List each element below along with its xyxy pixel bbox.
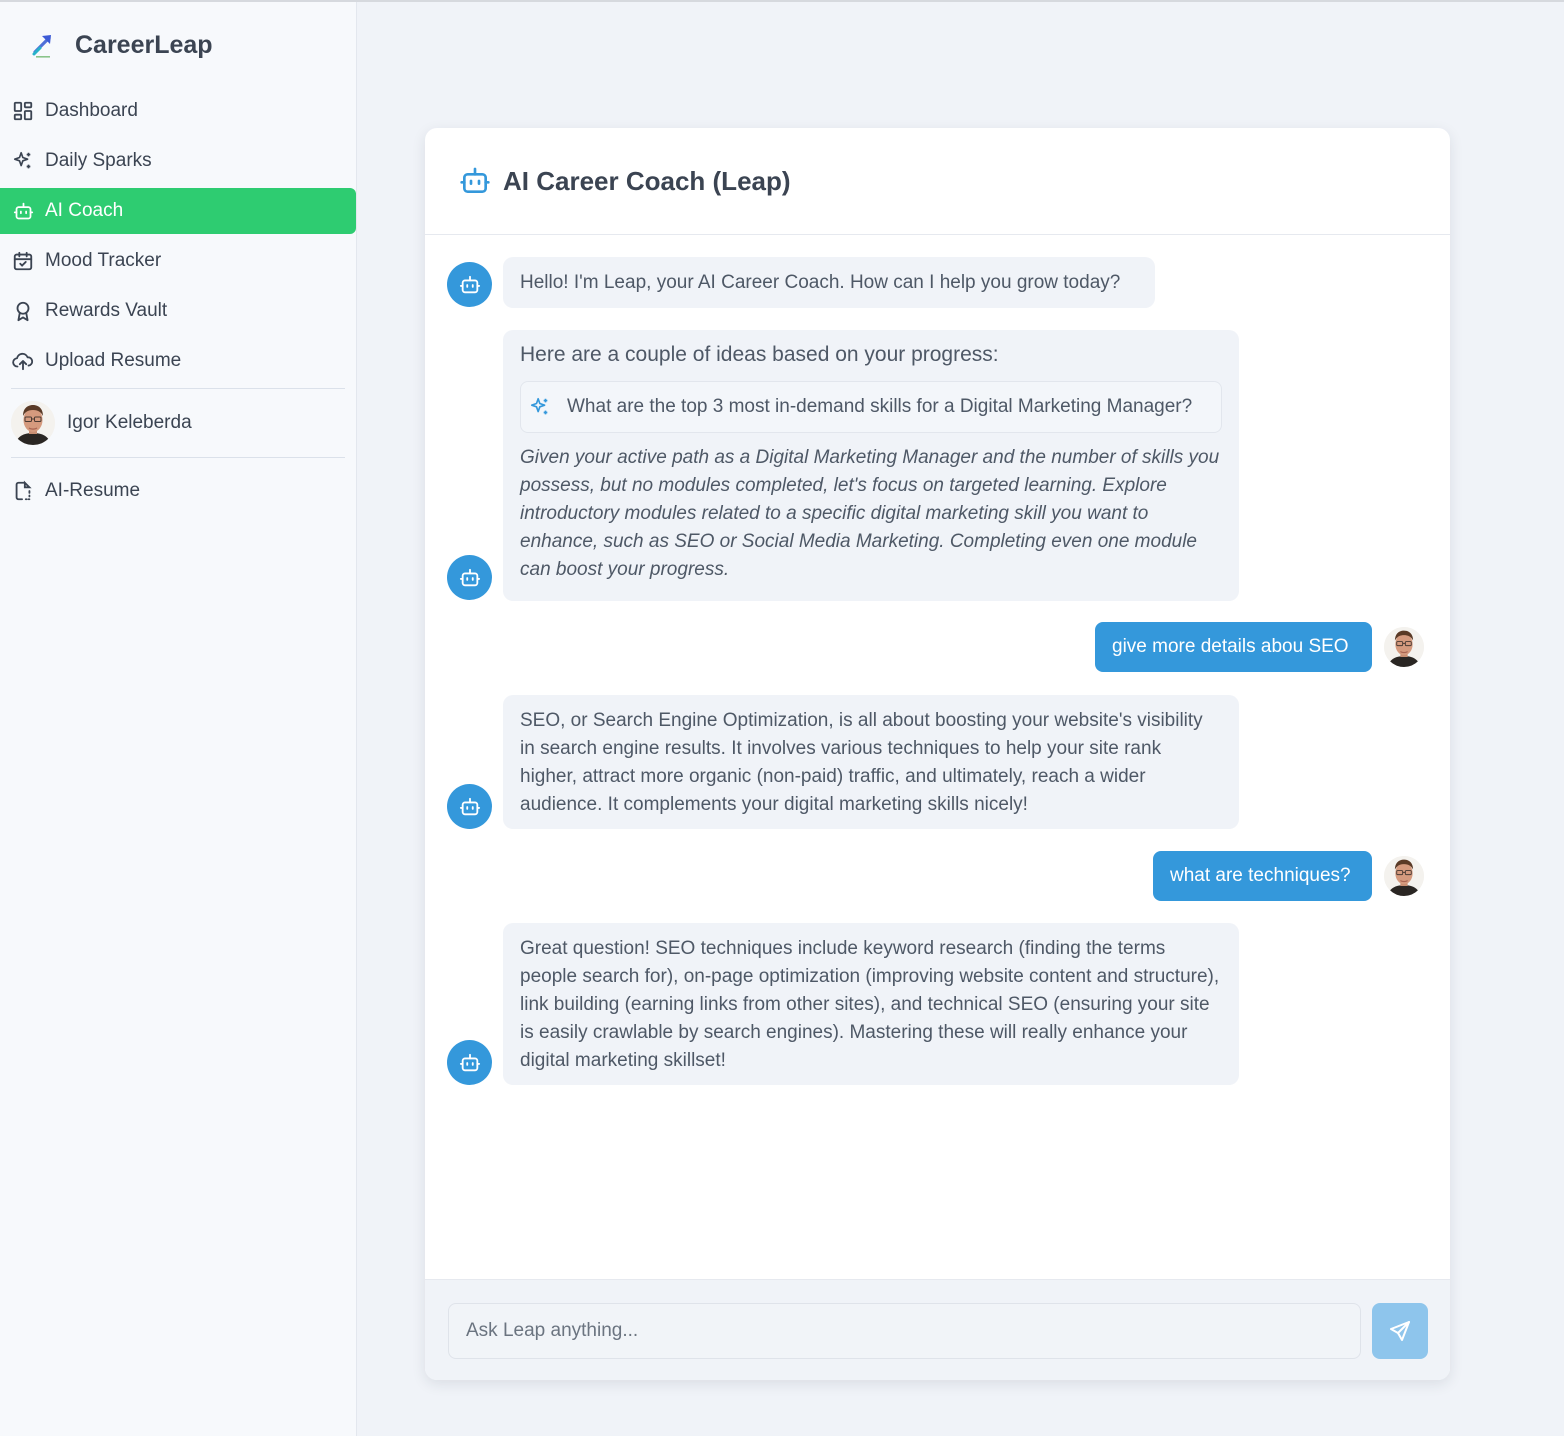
message-text: SEO, or Search Engine Optimization, is a… [520,710,1203,815]
sparkles-icon [12,150,34,172]
award-icon [12,300,34,322]
avatar [11,401,55,445]
sidebar-item-label: Dashboard [45,100,138,121]
bot-avatar [447,1040,492,1085]
chat-header: AI Career Coach (Leap) [425,128,1450,235]
bot-message: Great question! SEO techniques include k… [503,923,1239,1085]
sidebar-item-dashboard[interactable]: Dashboard [0,88,356,134]
send-icon [1388,1319,1412,1343]
sidebar-item-ai-resume[interactable]: AI-Resume [0,468,356,514]
user-message: give more details abou SEO [1095,622,1372,672]
bot-avatar [447,784,492,829]
sidebar-item-ai-coach[interactable]: AI Coach [0,188,356,234]
user-name: Igor Keleberda [67,412,192,433]
message-text: Given your active path as a Digital Mark… [520,447,1220,580]
bot-message: SEO, or Search Engine Optimization, is a… [503,695,1239,829]
sidebar-divider [11,457,345,458]
message-text: give more details abou SEO [1112,636,1349,657]
chat-input[interactable] [448,1303,1361,1359]
careerleap-logo-icon [32,35,51,58]
message-intro: Here are a couple of ideas based on your… [520,343,999,366]
brand-name: CareerLeap [75,30,213,59]
sidebar-item-mood-tracker[interactable]: Mood Tracker [0,238,356,284]
suggestion-text: What are the top 3 most in-demand skills… [567,396,1193,417]
sidebar-item-daily-sparks[interactable]: Daily Sparks [0,138,356,184]
dashboard-icon [12,100,34,122]
cloud-upload-icon [12,350,34,372]
send-button[interactable] [1372,1303,1428,1359]
chat-input-bar [425,1279,1450,1380]
sidebar-item-label: Rewards Vault [45,300,168,321]
sidebar-item-label: AI-Resume [45,480,141,501]
bot-avatar [447,555,492,600]
avatar [1384,627,1424,667]
message-text: Hello! I'm Leap, your AI Career Coach. H… [520,272,1121,293]
sparkles-icon [529,396,551,418]
bot-icon [459,165,491,197]
brand[interactable]: CareerLeap [30,30,213,60]
bot-avatar [447,262,492,307]
bot-icon [12,200,34,222]
file-dashed-icon [12,480,34,502]
sidebar-item-upload-resume[interactable]: Upload Resume [0,338,356,384]
sidebar-item-rewards-vault[interactable]: Rewards Vault [0,288,356,334]
user-profile[interactable]: Igor Keleberda [0,389,357,457]
page-title: AI Career Coach (Leap) [503,165,791,196]
bot-message: Hello! I'm Leap, your AI Career Coach. H… [503,257,1155,308]
sidebar-item-label: Mood Tracker [45,250,162,271]
sidebar-nav: Dashboard Daily Sparks AI Coach Mood Tra… [0,88,357,518]
chat-card: AI Career Coach (Leap) Hello! I'm Leap, … [425,128,1450,1380]
sidebar-item-label: AI Coach [45,200,124,221]
message-text: what are techniques? [1170,865,1351,886]
message-text: Great question! SEO techniques include k… [520,938,1220,1071]
calendar-check-icon [12,250,34,272]
sidebar: CareerLeap Dashboard Daily Sparks AI Coa… [0,2,357,1436]
suggested-question[interactable]: What are the top 3 most in-demand skills… [520,381,1222,433]
sidebar-item-label: Daily Sparks [45,150,152,171]
user-message: what are techniques? [1153,851,1372,901]
sidebar-item-label: Upload Resume [45,350,182,371]
bot-message: Here are a couple of ideas based on your… [503,330,1239,601]
avatar [1384,856,1424,896]
message-list: Hello! I'm Leap, your AI Career Coach. H… [425,235,1450,1279]
